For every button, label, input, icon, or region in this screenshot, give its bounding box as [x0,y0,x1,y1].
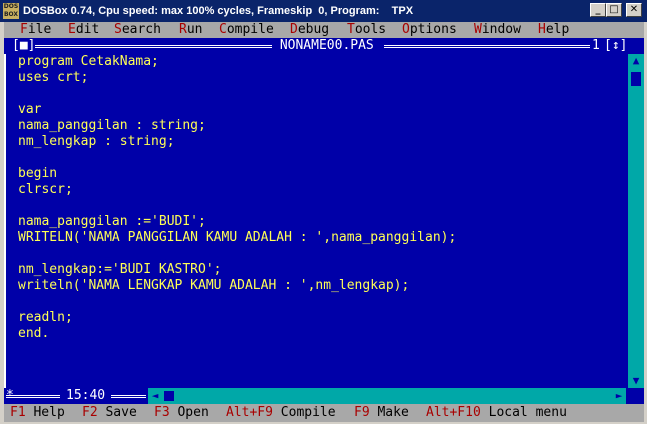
dos-screen: File Edit Search Run Compile Debug Tools… [4,22,644,422]
menu-debug[interactable]: Debug [290,22,329,38]
code-line[interactable]: nm_lengkap:='BUDI KASTRO'; [18,262,618,278]
menu-tools[interactable]: Tools [347,22,386,38]
status-bar: F1 Help F2 Save F3 Open Alt+F9 Compile F… [4,404,644,422]
editor-frame-left [4,54,8,388]
vertical-scroll-thumb[interactable] [631,72,641,86]
code-line[interactable]: var [18,102,618,118]
status-compile[interactable]: Alt+F9 Compile [226,404,336,422]
scroll-left-arrow-icon[interactable]: ◄ [148,388,162,404]
code-line[interactable]: uses crt; [18,70,618,86]
menu-compile[interactable]: Compile [219,22,274,38]
status-make[interactable]: F9 Make [354,404,409,422]
horizontal-scrollbar[interactable]: ◄ ► [148,388,626,404]
window-title: DOSBox 0.74, Cpu speed: max 100% cycles,… [23,5,414,17]
editor-frame-bottom: * 15:40 ◄ ► [4,388,644,404]
title-bar[interactable]: DOS BOX DOSBox 0.74, Cpu speed: max 100%… [0,0,647,22]
code-line[interactable]: WRITELN('NAMA PANGGILAN KAMU ADALAH : ',… [18,230,618,246]
menu-file[interactable]: File [20,22,51,38]
code-line[interactable] [18,198,618,214]
menu-bar: File Edit Search Run Compile Debug Tools… [4,22,644,38]
resize-corner-icon[interactable]: * [6,388,14,404]
menu-window[interactable]: Window [474,22,521,38]
zoom-box-button[interactable]: [↕] [604,38,628,54]
close-box-button[interactable]: [■] [12,38,36,54]
frame-border-right-segment [384,45,590,48]
code-line[interactable]: program CetakNama; [18,54,618,70]
code-line[interactable]: readln; [18,310,618,326]
maximize-button[interactable]: □ [606,3,622,17]
code-editor[interactable]: program CetakNama; uses crt; var nama_pangg… [18,54,618,342]
horizontal-scroll-thumb[interactable] [164,391,174,401]
scroll-up-arrow-icon[interactable]: ▲ [628,54,644,68]
code-line[interactable] [18,294,618,310]
editor-frame-top: [■] NONAME00.PAS 1 [↕] [4,38,644,54]
menu-options[interactable]: Options [402,22,457,38]
code-line[interactable]: writeln('NAMA LENGKAP KAMU ADALAH : ',nm… [18,278,618,294]
scroll-down-arrow-icon[interactable]: ▼ [628,374,644,388]
dosbox-window: DOS BOX DOSBox 0.74, Cpu speed: max 100%… [0,0,647,424]
status-local-menu[interactable]: Alt+F10 Local menu [426,404,567,422]
minimize-button[interactable]: _ [590,3,606,17]
status-help[interactable]: F1 Help [10,404,65,422]
code-line[interactable]: clrscr; [18,182,618,198]
window-number: 1 [592,38,600,54]
dosbox-app-icon[interactable]: DOS BOX [3,3,19,19]
menu-run[interactable]: Run [179,22,202,38]
code-line[interactable] [18,86,618,102]
code-line[interactable]: end. [18,326,618,342]
close-window-button[interactable]: ✕ [626,3,642,17]
code-line[interactable]: nm_lengkap : string; [18,134,618,150]
scroll-right-arrow-icon[interactable]: ► [612,388,626,404]
menu-edit[interactable]: Edit [68,22,99,38]
code-line[interactable]: nama_panggilan : string; [18,118,618,134]
cursor-position: 15:40 [60,388,112,404]
status-save[interactable]: F2 Save [82,404,137,422]
menu-help[interactable]: Help [538,22,569,38]
menu-search[interactable]: Search [114,22,161,38]
code-line[interactable]: begin [18,166,618,182]
editor-file-name: NONAME00.PAS [272,38,382,54]
vertical-scrollbar[interactable]: ▲ ▼ [628,54,644,388]
frame-border-left-segment [12,45,272,48]
status-open[interactable]: F3 Open [154,404,209,422]
code-line[interactable] [18,246,618,262]
code-line[interactable]: nama_panggilan :='BUDI'; [18,214,618,230]
code-line[interactable] [18,150,618,166]
